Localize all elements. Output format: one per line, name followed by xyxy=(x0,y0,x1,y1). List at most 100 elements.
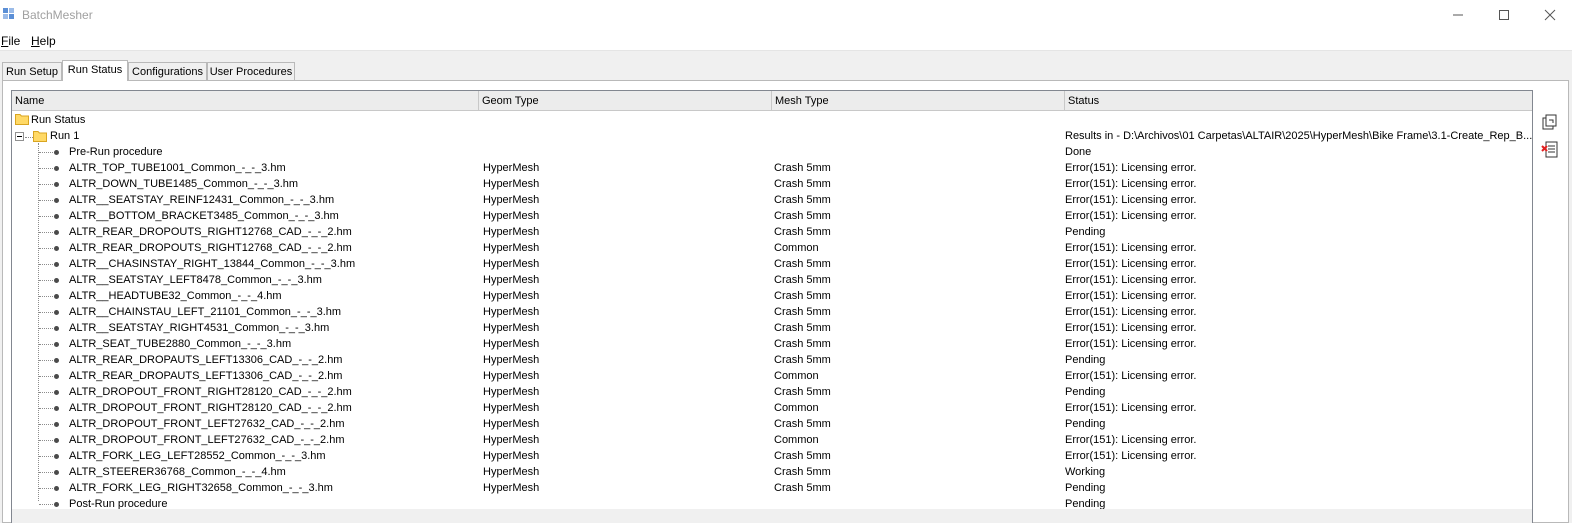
tree-item-row[interactable]: ALTR__CHAINSTAU_LEFT_21101_Common_-_-_3.… xyxy=(12,304,1532,320)
tree-item-row[interactable]: ALTR_REAR_DROPOUTS_RIGHT12768_CAD_-_-_2.… xyxy=(12,240,1532,256)
tree-item-name: ALTR__SEATSTAY_LEFT8478_Common_-_-_3.hm xyxy=(69,274,322,286)
tree-item-mesh-type: Common xyxy=(774,434,819,446)
tree-connector xyxy=(39,488,53,489)
item-bullet-icon xyxy=(54,438,59,443)
item-bullet-icon xyxy=(54,454,59,459)
tree-item-mesh-type: Common xyxy=(774,242,819,254)
tree-item-status: Error(151): Licensing error. xyxy=(1065,338,1197,350)
tree-item-row[interactable]: ALTR_TOP_TUBE1001_Common_-_-_3.hm HyperMe… xyxy=(12,160,1532,176)
tree-item-row[interactable]: ALTR__SEATSTAY_RIGHT4531_Common_-_-_3.hm… xyxy=(12,320,1532,336)
folder-icon xyxy=(15,114,29,125)
tree-connector xyxy=(39,424,53,425)
tree-item-row[interactable]: ALTR_REAR_DROPAUTS_LEFT13306_CAD_-_-_2.h… xyxy=(12,352,1532,368)
item-bullet-icon xyxy=(54,374,59,379)
tree-item-row[interactable]: ALTR_REAR_DROPOUTS_RIGHT12768_CAD_-_-_2.… xyxy=(12,224,1532,240)
tree-item-row[interactable]: ALTR__SEATSTAY_LEFT8478_Common_-_-_3.hm H… xyxy=(12,272,1532,288)
tree-item-row[interactable]: ALTR_SEAT_TUBE2880_Common_-_-_3.hm HyperM… xyxy=(12,336,1532,352)
tree-item-mesh-type: Crash 5mm xyxy=(774,306,831,318)
maximize-button[interactable] xyxy=(1481,0,1527,30)
tree-item-mesh-type: Common xyxy=(774,370,819,382)
item-bullet-icon xyxy=(54,230,59,235)
remove-run-button[interactable] xyxy=(1539,139,1561,161)
item-bullet-icon xyxy=(54,470,59,475)
tree-item-name: ALTR_REAR_DROPAUTS_LEFT13306_CAD_-_-_2.h… xyxy=(69,354,343,366)
tree-item-row[interactable]: ALTR_DOWN_TUBE1485_Common_-_-_3.hm HyperM… xyxy=(12,176,1532,192)
tree-item-geom-type: HyperMesh xyxy=(483,482,540,494)
tree-connector xyxy=(39,232,53,233)
tree-root-row[interactable]: Run Status xyxy=(12,112,1532,128)
tree-item-status: Error(151): Licensing error. xyxy=(1065,322,1197,334)
tree-item-row[interactable]: ALTR_STEERER36768_Common_-_-_4.hm HyperMe… xyxy=(12,464,1532,480)
tree-connector xyxy=(39,280,53,281)
tree-item-name: ALTR__CHASINSTAY_RIGHT_13844_Common_-_-_… xyxy=(69,258,356,270)
tree-item-geom-type: HyperMesh xyxy=(483,402,540,414)
tree-item-geom-type: HyperMesh xyxy=(483,274,540,286)
menu-help[interactable]: Help xyxy=(31,34,56,48)
tab-user-procedures[interactable]: User Procedures xyxy=(207,62,295,80)
tree-run-row[interactable]: Results in - D:\Archivos\01 Carpetas\ALT… xyxy=(12,128,1532,144)
menu-file[interactable]: File xyxy=(1,34,20,48)
tree-connector xyxy=(39,504,53,505)
tree-item-geom-type: HyperMesh xyxy=(483,338,540,350)
tree-item-status: Error(151): Licensing error. xyxy=(1065,306,1197,318)
item-bullet-icon xyxy=(54,182,59,187)
close-icon xyxy=(1544,9,1556,21)
item-bullet-icon xyxy=(54,390,59,395)
column-header-name[interactable]: Name xyxy=(12,91,479,110)
run-status-tree[interactable]: Name Geom Type Mesh Type Status Run Stat… xyxy=(11,90,1533,523)
window-title: BatchMesher xyxy=(22,8,93,22)
tree-item-status: Error(151): Licensing error. xyxy=(1065,242,1197,254)
tree-item-mesh-type: Crash 5mm xyxy=(774,178,831,190)
close-button[interactable] xyxy=(1527,0,1572,30)
tree-item-row[interactable]: ALTR_DROPOUT_FRONT_RIGHT28120_CAD_-_-_2.… xyxy=(12,384,1532,400)
tree-item-geom-type: HyperMesh xyxy=(483,226,540,238)
tree-item-row[interactable]: ALTR_FORK_LEG_RIGHT32658_Common_-_-_3.hm… xyxy=(12,480,1532,496)
tree-connector xyxy=(39,152,53,153)
tree-connector xyxy=(39,328,53,329)
tree-item-status: Error(151): Licensing error. xyxy=(1065,402,1197,414)
tree-item-geom-type: HyperMesh xyxy=(483,434,540,446)
tree-item-row[interactable]: ALTR_REAR_DROPAUTS_LEFT13306_CAD_-_-_2.h… xyxy=(12,368,1532,384)
tree-header: Name Geom Type Mesh Type Status xyxy=(12,91,1532,111)
item-bullet-icon xyxy=(54,150,59,155)
tab-run-status[interactable]: Run Status xyxy=(62,60,128,81)
item-bullet-icon xyxy=(54,406,59,411)
tree-item-geom-type: HyperMesh xyxy=(483,354,540,366)
item-bullet-icon xyxy=(54,246,59,251)
tree-item-mesh-type: Crash 5mm xyxy=(774,450,831,462)
tree-item-row[interactable]: ALTR_DROPOUT_FRONT_LEFT27632_CAD_-_-_2.h… xyxy=(12,432,1532,448)
column-header-geom-type[interactable]: Geom Type xyxy=(479,91,772,110)
tree-item-mesh-type: Crash 5mm xyxy=(774,226,831,238)
tree-item-row[interactable]: Pre-Run procedure Done xyxy=(12,144,1532,160)
tree-item-row[interactable]: ALTR__BOTTOM_BRACKET3485_Common_-_-_3.hm… xyxy=(12,208,1532,224)
tree-connector xyxy=(39,296,53,297)
tree-item-geom-type: HyperMesh xyxy=(483,306,540,318)
tree-item-row[interactable]: ALTR_DROPOUT_FRONT_RIGHT28120_CAD_-_-_2.… xyxy=(12,400,1532,416)
column-header-mesh-type[interactable]: Mesh Type xyxy=(772,91,1065,110)
tree-item-row[interactable]: ALTR__HEADTUBE32_Common_-_-_4.hm HyperMes… xyxy=(12,288,1532,304)
tab-configurations[interactable]: Configurations xyxy=(128,62,207,80)
tree-item-row[interactable]: ALTR__CHASINSTAY_RIGHT_13844_Common_-_-_… xyxy=(12,256,1532,272)
collapse-run-toggle[interactable] xyxy=(15,132,24,141)
refresh-run-button[interactable] xyxy=(1539,112,1561,134)
item-bullet-icon xyxy=(54,422,59,427)
column-header-status[interactable]: Status xyxy=(1065,91,1532,110)
tree-item-geom-type: HyperMesh xyxy=(483,194,540,206)
tree-item-mesh-type: Crash 5mm xyxy=(774,194,831,206)
minimize-button[interactable] xyxy=(1435,0,1481,30)
tab-run-setup-label: Run Setup xyxy=(6,66,58,78)
tree-item-name: ALTR__HEADTUBE32_Common_-_-_4.hm xyxy=(69,290,282,302)
tree-item-status: Working xyxy=(1065,466,1106,478)
tree-connector xyxy=(39,264,53,265)
tree-item-row[interactable]: ALTR_DROPOUT_FRONT_LEFT27632_CAD_-_-_2.h… xyxy=(12,416,1532,432)
tree-item-geom-type: HyperMesh xyxy=(483,162,540,174)
tree-item-row[interactable]: ALTR_FORK_LEG_LEFT28552_Common_-_-_3.hm H… xyxy=(12,448,1532,464)
tree-item-geom-type: HyperMesh xyxy=(483,290,540,302)
tree-item-status: Pending xyxy=(1065,418,1106,430)
tree-item-name: ALTR__CHAINSTAU_LEFT_21101_Common_-_-_3.… xyxy=(69,306,342,318)
tree-item-row[interactable]: ALTR__SEATSTAY_REINF12431_Common_-_-_3.h… xyxy=(12,192,1532,208)
tree-connector xyxy=(39,360,53,361)
tree-connector xyxy=(39,248,53,249)
tree-item-mesh-type: Crash 5mm xyxy=(774,386,831,398)
tab-run-setup[interactable]: Run Setup xyxy=(2,62,62,80)
